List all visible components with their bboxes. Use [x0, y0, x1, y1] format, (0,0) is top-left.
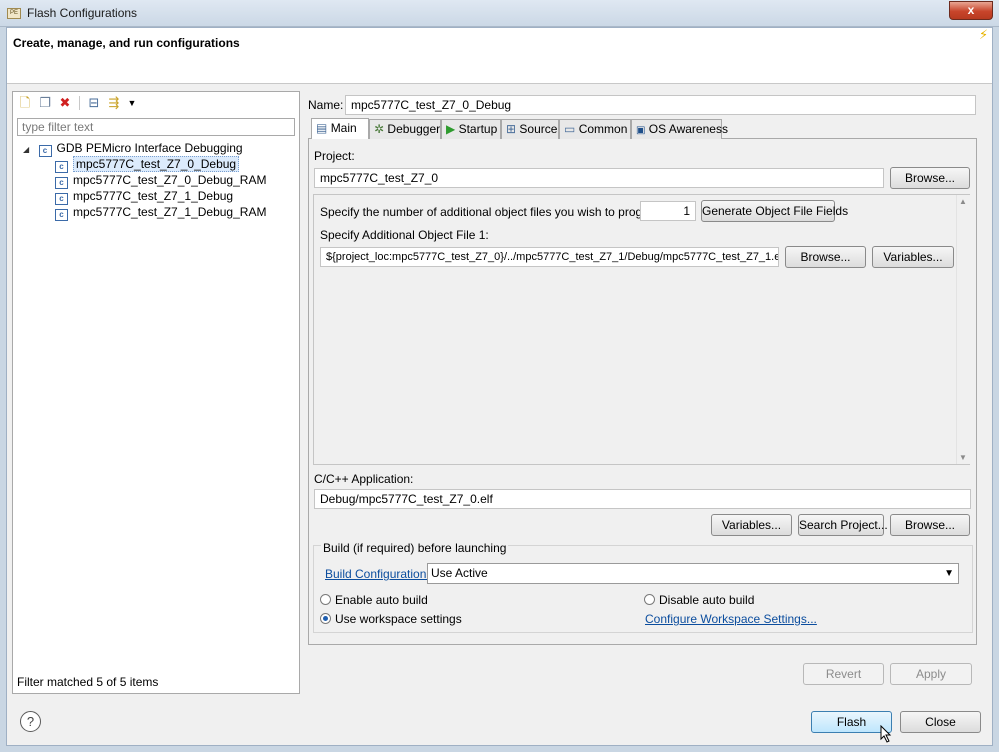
startup-icon: ▶ [446, 122, 456, 136]
tab-source-label: Source [519, 122, 558, 136]
disable-auto-build-label: Disable auto build [659, 593, 755, 607]
filter-status: Filter matched 5 of 5 items [17, 675, 159, 689]
tree-root[interactable]: ◢ c GDB PEMicro Interface Debugging [23, 140, 293, 157]
app-icon: PE [7, 8, 21, 19]
project-input[interactable]: mpc5777C_test_Z7_0 [314, 168, 884, 188]
object-count-input[interactable]: 1 [640, 201, 696, 221]
close-button[interactable]: Close [900, 711, 981, 733]
object-variables-button[interactable]: Variables... [872, 246, 954, 268]
name-label: Name: [308, 98, 344, 112]
radio-icon [320, 594, 331, 605]
dialog-heading: Create, manage, and run configurations [13, 36, 240, 50]
disable-auto-build-radio[interactable]: Disable auto build [644, 593, 754, 607]
build-group-label: Build (if required) before launching [321, 541, 509, 555]
scrollbar[interactable]: ▲ ▼ [956, 195, 970, 464]
name-input[interactable]: mpc5777C_test_Z7_0_Debug [345, 95, 976, 115]
object-browse-button[interactable]: Browse... [785, 246, 866, 268]
window-close-button[interactable]: x [949, 1, 993, 20]
tab-startup-label: Startup [458, 122, 498, 136]
debugger-icon: ✲ [374, 122, 385, 136]
new-config-icon[interactable]: 🗋 [17, 95, 33, 111]
tree-item-label: mpc5777C_test_Z7_1_Debug [73, 189, 234, 203]
common-icon: ▭ [564, 122, 576, 136]
title-bar [0, 0, 999, 27]
main-tab-icon: ▤ [316, 121, 328, 135]
radio-selected-icon [320, 613, 331, 624]
lightning-icon: ⚡ [979, 27, 989, 42]
tab-main[interactable]: ▤ Main [311, 118, 369, 139]
app-label: C/C++ Application: [314, 472, 414, 486]
tab-common[interactable]: ▭ Common [559, 119, 631, 139]
toolbar-divider [79, 96, 80, 110]
project-browse-button[interactable]: Browse... [890, 167, 970, 189]
revert-button[interactable]: Revert [803, 663, 884, 685]
tab-os-awareness[interactable]: ▣ OS Awareness [631, 119, 728, 139]
collapse-triangle-icon[interactable]: ◢ [23, 145, 29, 154]
help-button[interactable]: ? [20, 711, 41, 732]
tab-debugger-label: Debugger [387, 122, 441, 136]
config-type-icon: c [38, 145, 52, 157]
use-workspace-settings-radio[interactable]: Use workspace settings [320, 612, 462, 626]
object-file1-label: Specify Additional Object File 1: [320, 228, 489, 242]
delete-icon[interactable]: ✖ [57, 95, 73, 111]
tab-common-label: Common [578, 122, 628, 136]
tab-main-label: Main [330, 121, 357, 135]
window-title: Flash Configurations [27, 6, 138, 20]
search-project-button[interactable]: Search Project... [798, 514, 888, 536]
app-browse-button[interactable]: Browse... [890, 514, 970, 536]
scroll-up-icon[interactable]: ▲ [959, 197, 967, 206]
tab-debugger[interactable]: ✲ Debugger [369, 119, 441, 139]
config-icon: c [55, 209, 68, 221]
collapse-all-icon[interactable]: ⊟ [86, 95, 102, 111]
build-configuration-select[interactable]: Use Active ▼ [427, 563, 959, 584]
object-count-label: Specify the number of additional object … [320, 205, 667, 219]
chevron-down-icon: ▼ [944, 568, 954, 579]
duplicate-icon[interactable]: ❐ [37, 95, 53, 111]
configure-workspace-settings-link[interactable]: Configure Workspace Settings... [645, 612, 817, 626]
chevron-down-icon[interactable]: ▼ [124, 95, 140, 111]
app-variables-button[interactable]: Variables... [711, 514, 792, 536]
tree-root-label: GDB PEMicro Interface Debugging [56, 141, 243, 155]
radio-icon [644, 594, 655, 605]
filter-input[interactable] [17, 118, 295, 136]
build-configuration-value: Use Active [431, 566, 488, 580]
build-configuration-link[interactable]: Build Configuration: [325, 567, 430, 581]
tree-item-label: mpc5777C_test_Z7_0_Debug [73, 156, 240, 172]
tree-item[interactable]: c mpc5777C_test_Z7_0_Debug_RAM [23, 172, 293, 189]
tree-item[interactable]: c mpc5777C_test_Z7_0_Debug [23, 156, 293, 173]
tab-os-awareness-label: OS Awareness [648, 122, 728, 136]
tab-startup[interactable]: ▶ Startup [441, 119, 501, 139]
object-file1-input[interactable]: ${project_loc:mpc5777C_test_Z7_0}/../mpc… [320, 247, 779, 267]
os-awareness-icon: ▣ [636, 125, 646, 136]
enable-auto-build-label: Enable auto build [335, 593, 428, 607]
scroll-down-icon[interactable]: ▼ [959, 453, 967, 462]
tab-source[interactable]: ⊞ Source [501, 119, 559, 139]
tree-item-label: mpc5777C_test_Z7_1_Debug_RAM [73, 205, 267, 219]
app-input[interactable]: Debug/mpc5777C_test_Z7_0.elf [314, 489, 971, 509]
project-label: Project: [314, 149, 355, 163]
mouse-pointer-icon [880, 724, 892, 748]
apply-button[interactable]: Apply [890, 663, 972, 685]
tree-item-label: mpc5777C_test_Z7_0_Debug_RAM [73, 173, 267, 187]
filter-icon[interactable]: ⇶ [106, 95, 122, 111]
source-icon: ⊞ [506, 122, 517, 136]
use-workspace-settings-label: Use workspace settings [335, 612, 462, 626]
config-tree: ◢ c GDB PEMicro Interface Debugging c mpc5… [23, 140, 293, 221]
tree-item[interactable]: c mpc5777C_test_Z7_1_Debug_RAM [23, 204, 293, 221]
generate-fields-button[interactable]: Generate Object File Fields [701, 200, 848, 222]
tree-item[interactable]: c mpc5777C_test_Z7_1_Debug [23, 188, 293, 205]
enable-auto-build-radio[interactable]: Enable auto build [320, 593, 428, 607]
